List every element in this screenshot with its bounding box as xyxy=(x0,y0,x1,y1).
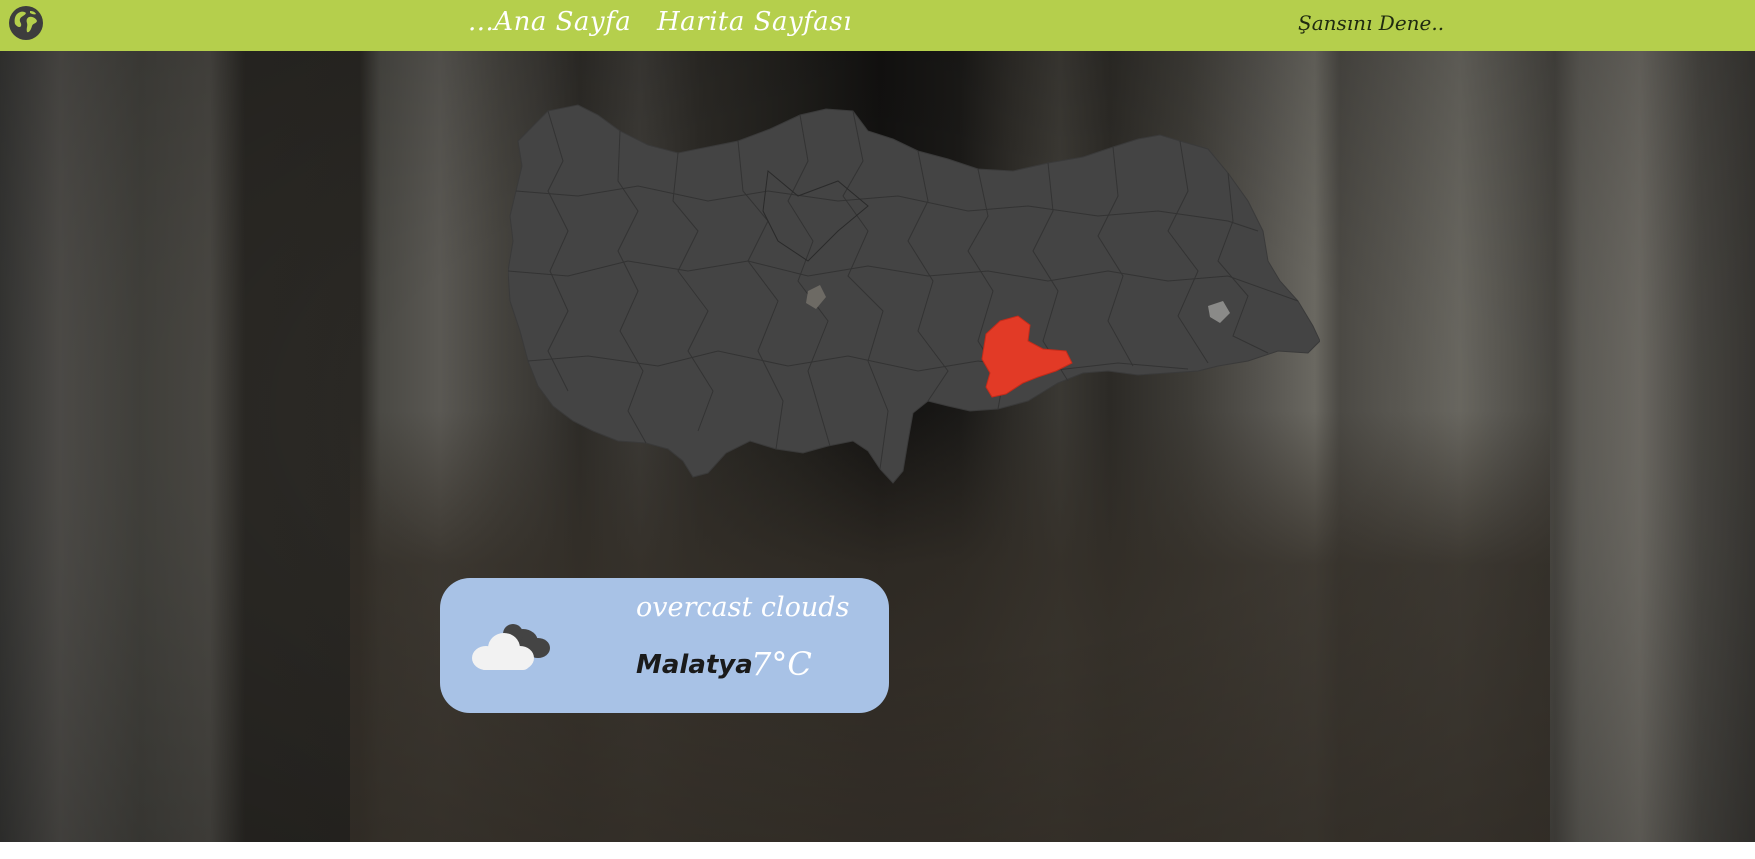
try-your-luck-link[interactable]: Şansını Dene.. xyxy=(1298,11,1444,35)
turkey-map-outline xyxy=(508,104,1320,484)
top-navigation-bar: ...Ana Sayfa Harita Sayfası Şansını Dene… xyxy=(0,0,1755,51)
background-photo: overcast clouds Malatya 7°C xyxy=(0,51,1755,842)
globe-icon[interactable] xyxy=(8,5,44,41)
weather-temperature: 7°C xyxy=(751,645,812,683)
cloud-icon xyxy=(472,624,550,670)
nav-map-link[interactable]: Harita Sayfası xyxy=(657,7,852,37)
weather-description: overcast clouds xyxy=(636,592,850,623)
weather-card: overcast clouds Malatya 7°C xyxy=(440,578,889,713)
nav-home-link[interactable]: ...Ana Sayfa xyxy=(468,7,631,37)
turkey-province-map xyxy=(508,104,1320,484)
weather-city-name: Malatya xyxy=(636,650,753,680)
